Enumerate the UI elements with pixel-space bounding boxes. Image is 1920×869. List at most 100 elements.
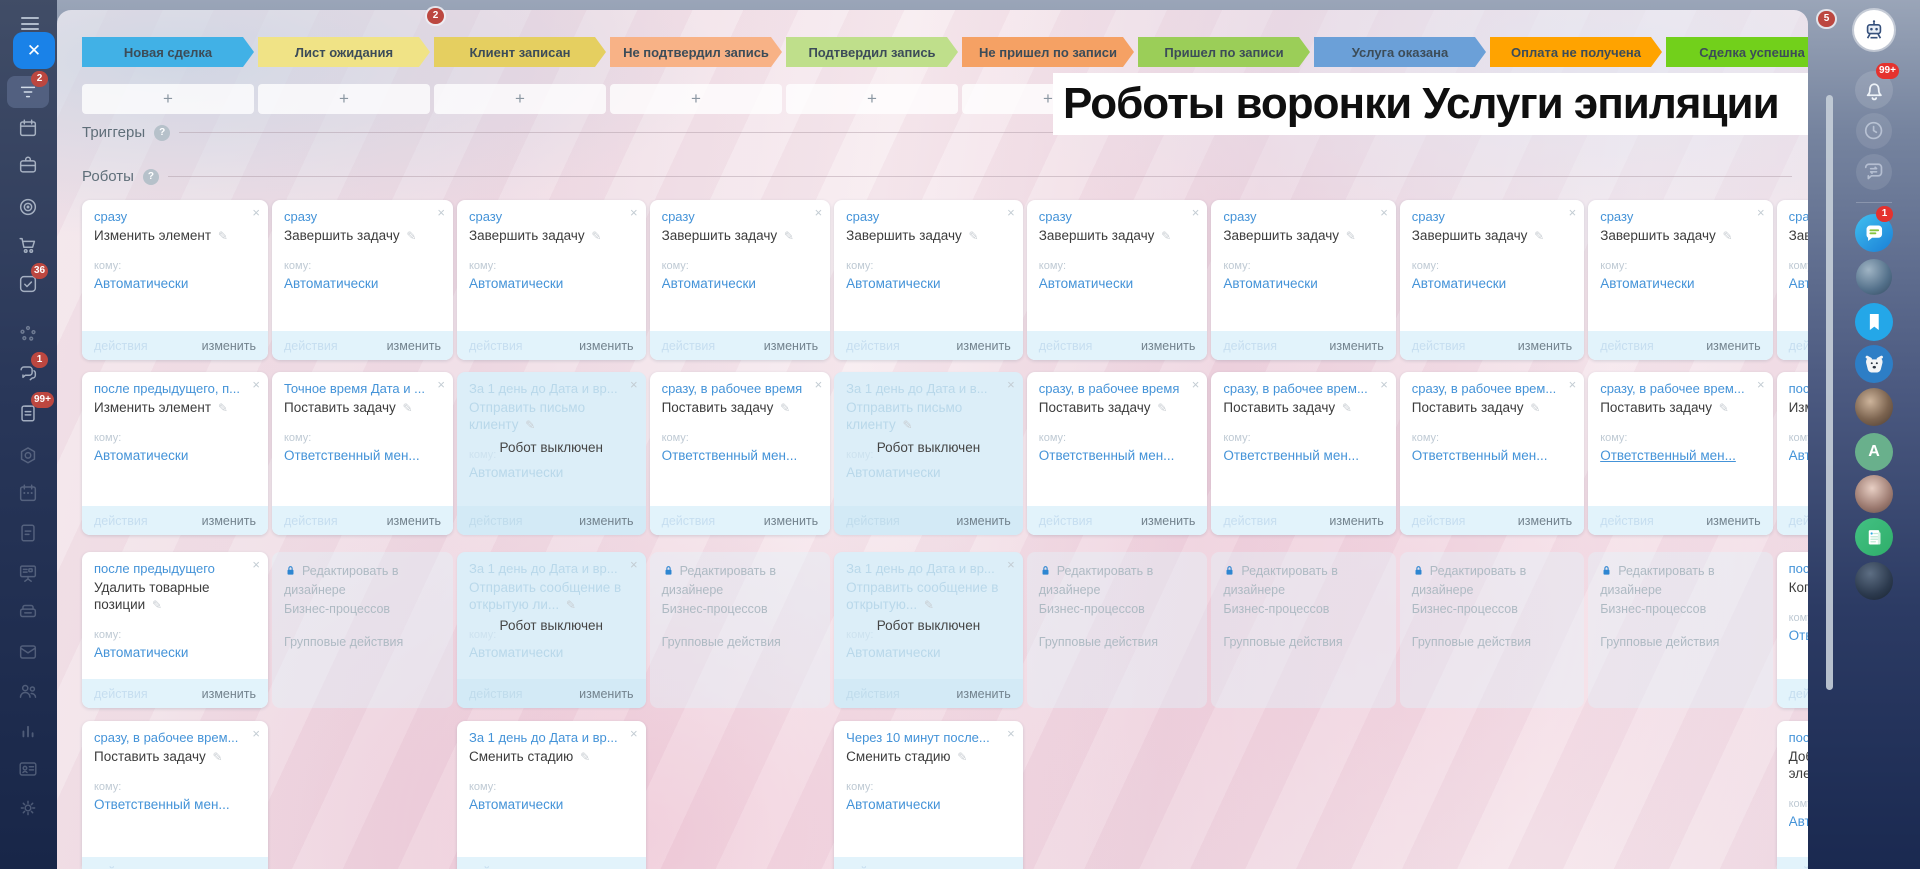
robot-card[interactable]: × сразу Завершить задачу ✎ кому: Автомат… <box>272 200 453 360</box>
close-icon[interactable]: × <box>437 206 445 219</box>
robot-trigger-link[interactable]: после предыдуще <box>1788 381 1808 396</box>
robot-trigger-link[interactable]: сразу <box>1600 209 1760 224</box>
robot-assignee-link[interactable]: Ответственный мен... <box>1600 448 1760 463</box>
robot-assignee-link[interactable]: Автоматически <box>94 276 256 291</box>
stage-8[interactable]: Услуга оказана <box>1314 37 1486 67</box>
sidebar-item-cart[interactable] <box>17 234 39 256</box>
card-actions-button[interactable]: действия <box>94 865 148 869</box>
close-icon[interactable]: × <box>252 206 260 219</box>
card-actions-button[interactable]: действия <box>846 687 900 701</box>
edit-pencil-icon[interactable]: ✎ <box>1342 401 1352 415</box>
vertical-scrollbar[interactable] <box>1826 95 1833 690</box>
avatar-photo-1[interactable] <box>1856 259 1892 295</box>
edit-pencil-icon[interactable]: ✎ <box>1346 229 1356 243</box>
robot-card[interactable]: × сразу, в рабочее врем... Поставить зад… <box>1211 372 1396 535</box>
card-actions-button[interactable]: действия <box>469 514 523 528</box>
card-actions-button[interactable]: действия <box>1600 339 1654 353</box>
robot-trigger-link[interactable]: сразу <box>1788 209 1808 224</box>
robot-card-disabled[interactable]: × За 1 день до Дата и вр... Отправить со… <box>456 552 646 708</box>
card-actions-button[interactable]: действия <box>846 339 900 353</box>
robot-trigger-link[interactable]: сразу <box>284 209 441 224</box>
card-actions-button[interactable]: действия <box>1789 687 1808 701</box>
card-edit-button[interactable]: изменить <box>202 865 256 869</box>
card-actions-button[interactable]: действия <box>1039 339 1093 353</box>
robot-card[interactable]: × сразу Завершить задачу ✎ кому: Автомат… <box>1399 200 1585 360</box>
sidebar-item-stats[interactable] <box>17 719 39 741</box>
edit-pencil-icon[interactable]: ✎ <box>1719 401 1729 415</box>
card-actions-button[interactable]: действия <box>284 339 338 353</box>
edit-pencil-icon[interactable]: ✎ <box>1723 229 1733 243</box>
robot-card[interactable]: × после предыдуще Изменить элемент ✎ ком… <box>1776 372 1808 535</box>
edit-pencil-icon[interactable]: ✎ <box>213 750 223 764</box>
close-icon[interactable]: × <box>252 378 260 391</box>
sidebar-item-board[interactable] <box>17 562 39 584</box>
close-icon[interactable]: × <box>630 558 638 571</box>
card-actions-button[interactable]: действия <box>1412 514 1466 528</box>
robot-card[interactable]: × сразу Завершить задачу ✎ кому: Автомат… <box>1776 200 1808 360</box>
business-process-card[interactable]: Редактировать в дизайнере Бизнес-процесс… <box>272 552 453 708</box>
robot-trigger-link[interactable]: За 1 день до Дата и вр... <box>468 730 634 745</box>
card-edit-button[interactable]: изменить <box>579 514 633 528</box>
dog-avatar[interactable] <box>1855 345 1893 383</box>
card-edit-button[interactable]: изменить <box>1329 339 1383 353</box>
close-icon[interactable]: × <box>437 378 445 391</box>
robot-assignee-link[interactable]: Автоматически <box>469 645 634 660</box>
sidebar-item-calendar2[interactable] <box>17 482 39 504</box>
robot-assignee-link[interactable]: Автоматически <box>846 645 1011 660</box>
robot-card[interactable]: × сразу Завершить задачу ✎ кому: Автомат… <box>1211 200 1396 360</box>
card-edit-button[interactable]: изменить <box>1706 514 1760 528</box>
robot-trigger-link[interactable]: Через 10 минут после... <box>846 730 1011 745</box>
edit-pencil-icon[interactable]: ✎ <box>403 401 413 415</box>
stage-10[interactable]: Сделка успешна <box>1666 37 1808 67</box>
sidebar-item-calendar[interactable] <box>17 117 39 139</box>
close-icon[interactable]: × <box>252 558 260 571</box>
sidebar-item-people[interactable] <box>17 680 39 702</box>
close-settings-button[interactable]: ✕ <box>13 32 55 69</box>
business-process-card[interactable]: Редактировать в дизайнере Бизнес-процесс… <box>1399 552 1585 708</box>
edit-pencil-icon[interactable]: ✎ <box>1530 401 1540 415</box>
robot-assignee-link[interactable]: Ответственный мен... <box>94 797 256 812</box>
add-robot-button[interactable]: + <box>82 84 254 114</box>
robot-assignee-link[interactable]: Ответственный мен... <box>1412 448 1572 463</box>
card-edit-button[interactable]: изменить <box>956 339 1010 353</box>
robot-assignee-link[interactable]: Автоматически <box>1789 814 1808 829</box>
history-icon[interactable] <box>1856 113 1892 149</box>
business-process-card[interactable]: Редактировать в дизайнере Бизнес-процесс… <box>649 552 831 708</box>
sidebar-item-hexnut[interactable] <box>17 445 39 467</box>
robot-trigger-link[interactable]: За 1 день до Дата и в... <box>846 381 1011 396</box>
close-icon[interactable]: × <box>1757 206 1765 219</box>
robot-card[interactable]: × сразу Завершить задачу ✎ кому: Автомат… <box>1588 200 1773 360</box>
robot-card[interactable]: × сразу Завершить задачу ✎ кому: Автомат… <box>1026 200 1208 360</box>
edit-pencil-icon[interactable]: ✎ <box>924 598 934 612</box>
close-icon[interactable]: × <box>1192 206 1200 219</box>
avatar-photo-2[interactable] <box>1855 388 1893 426</box>
sidebar-item-target[interactable] <box>17 196 39 218</box>
stage-4[interactable]: Не подтвердил запись <box>610 37 782 67</box>
close-icon[interactable]: × <box>630 206 638 219</box>
edit-pencil-icon[interactable]: ✎ <box>1534 229 1544 243</box>
card-edit-button[interactable]: изменить <box>1518 514 1572 528</box>
robot-card[interactable]: × За 1 день до Дата и вр... Сменить стад… <box>456 721 646 869</box>
robot-assignee-link[interactable]: Ответственный мен... <box>284 448 441 463</box>
robot-card[interactable]: × сразу Изменить элемент ✎ кому: Автомат… <box>82 200 268 360</box>
sidebar-item-cashbox[interactable] <box>17 600 39 622</box>
card-actions-button[interactable]: действия <box>846 865 900 869</box>
close-icon[interactable]: × <box>1569 206 1577 219</box>
edit-pencil-icon[interactable]: ✎ <box>1157 401 1167 415</box>
robot-assignee-link[interactable]: Автоматически <box>846 276 1011 291</box>
robot-assignee-link[interactable]: Автоматически <box>1412 276 1572 291</box>
robot-trigger-link[interactable]: после предыдуще <box>1788 561 1808 576</box>
close-icon[interactable]: × <box>630 727 638 740</box>
robot-card[interactable]: × после предыдущего, п... Изменить элеме… <box>82 372 268 535</box>
robot-trigger-link[interactable]: сразу <box>94 209 256 224</box>
robot-trigger-link[interactable]: после предыдущего, п... <box>94 381 256 396</box>
close-icon[interactable]: × <box>252 727 260 740</box>
business-process-card[interactable]: Редактировать в дизайнере Бизнес-процесс… <box>1588 552 1773 708</box>
card-edit-button[interactable]: изменить <box>1141 339 1195 353</box>
letter-avatar[interactable]: A <box>1855 433 1893 471</box>
robot-card[interactable]: × сразу, в рабочее врем... Поставить зад… <box>1588 372 1773 535</box>
robot-assignee-link[interactable]: Автоматически <box>662 276 819 291</box>
robot-trigger-link[interactable]: За 1 день до Дата и вр... <box>846 561 1011 576</box>
robot-card[interactable]: × сразу Завершить задачу ✎ кому: Автомат… <box>649 200 831 360</box>
robot-trigger-link[interactable]: Точное время Дата и ... <box>284 381 441 396</box>
